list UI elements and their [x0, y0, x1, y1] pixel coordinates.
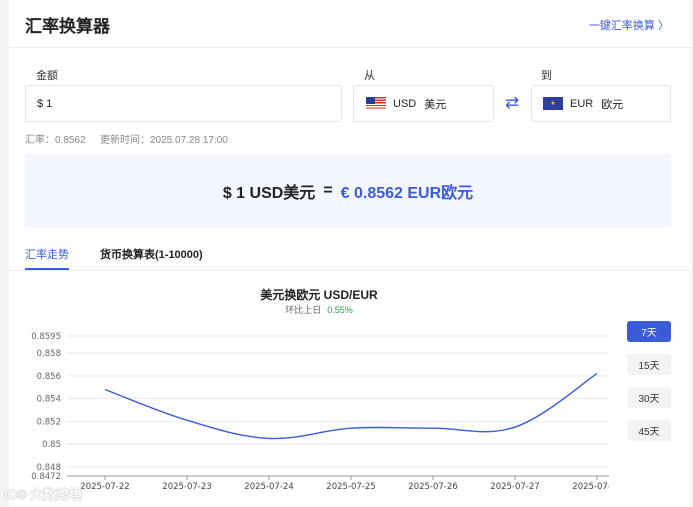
result-equals: = [323, 182, 333, 199]
x-tick-label: 2025-07-27 [490, 482, 539, 492]
x-tick-label: 2025-07-26 [408, 482, 457, 492]
updated-time: 更新时间：2025.07.28 17:00 [100, 135, 228, 146]
from-currency-name: 美元 [424, 98, 447, 111]
y-tick-label: 0.85 [42, 440, 61, 450]
amount-input[interactable]: $ 1 [25, 85, 342, 122]
tab-rate-trend[interactable]: 汇率走势 [25, 246, 69, 262]
x-tick-label: 2025-07-23 [162, 482, 211, 492]
range-7d-button[interactable]: 7天 [627, 321, 671, 342]
us-flag-icon [366, 97, 386, 110]
x-tick-label: 2025-07-28 [572, 482, 609, 492]
y-tick-label: 0.852 [37, 417, 61, 427]
y-tick-label: 0.8595 [31, 332, 61, 342]
header-divider [9, 47, 691, 48]
range-30d-button[interactable]: 30天 [627, 387, 671, 408]
eu-flag-icon: ★ [543, 97, 563, 110]
result-target: € 0.8562 EUR欧元 [340, 185, 474, 202]
y-tick-label: 0.854 [37, 395, 61, 405]
to-currency-name: 欧元 [601, 98, 624, 111]
series-line [104, 372, 598, 440]
from-label: 从 [364, 70, 375, 82]
rate-line-chart: 0.84720.848 0.85 0.852 0.854 0.856 0.858 0.859… [31, 332, 609, 492]
watermark-logo: IC® 大数跨境 [4, 487, 83, 502]
converter-card: 汇率换算器 一键汇率换算 〉 金额 $ 1 从 USD 美元 ⇄ 到 ★ EUR… [9, 0, 691, 507]
page-title: 汇率换算器 [25, 17, 110, 36]
amount-label: 金额 [36, 70, 58, 82]
quick-convert-link[interactable]: 一键汇率换算 〉 [589, 17, 669, 33]
to-currency-code: EUR [570, 97, 594, 110]
rate-text: 汇率：0.8562 [25, 135, 86, 146]
tabs-divider [9, 270, 691, 271]
range-15d-button[interactable]: 15天 [627, 354, 671, 375]
from-currency-code: USD [393, 97, 417, 110]
x-tick-label: 2025-07-22 [80, 482, 129, 492]
result-source: $ 1 USD美元 [222, 185, 316, 202]
y-tick-label: 0.848 [37, 463, 61, 473]
to-label: 到 [541, 70, 552, 82]
conversion-result: $ 1 USD美元 = € 0.8562 EUR欧元 [25, 154, 671, 228]
y-tick-label: 0.858 [37, 349, 61, 359]
tab-conversion-table[interactable]: 货币换算表(1-10000) [100, 246, 203, 262]
to-currency-select[interactable]: ★ EUR 欧元 [531, 85, 671, 122]
y-tick-label: 0.8472 [31, 472, 61, 482]
swap-icon[interactable]: ⇄ [500, 94, 524, 114]
from-currency-select[interactable]: USD 美元 [353, 85, 494, 122]
range-45d-button[interactable]: 45天 [627, 420, 671, 441]
x-tick-label: 2025-07-25 [326, 482, 375, 492]
y-tick-label: 0.856 [37, 372, 61, 382]
x-tick-label: 2025-07-24 [244, 482, 293, 492]
